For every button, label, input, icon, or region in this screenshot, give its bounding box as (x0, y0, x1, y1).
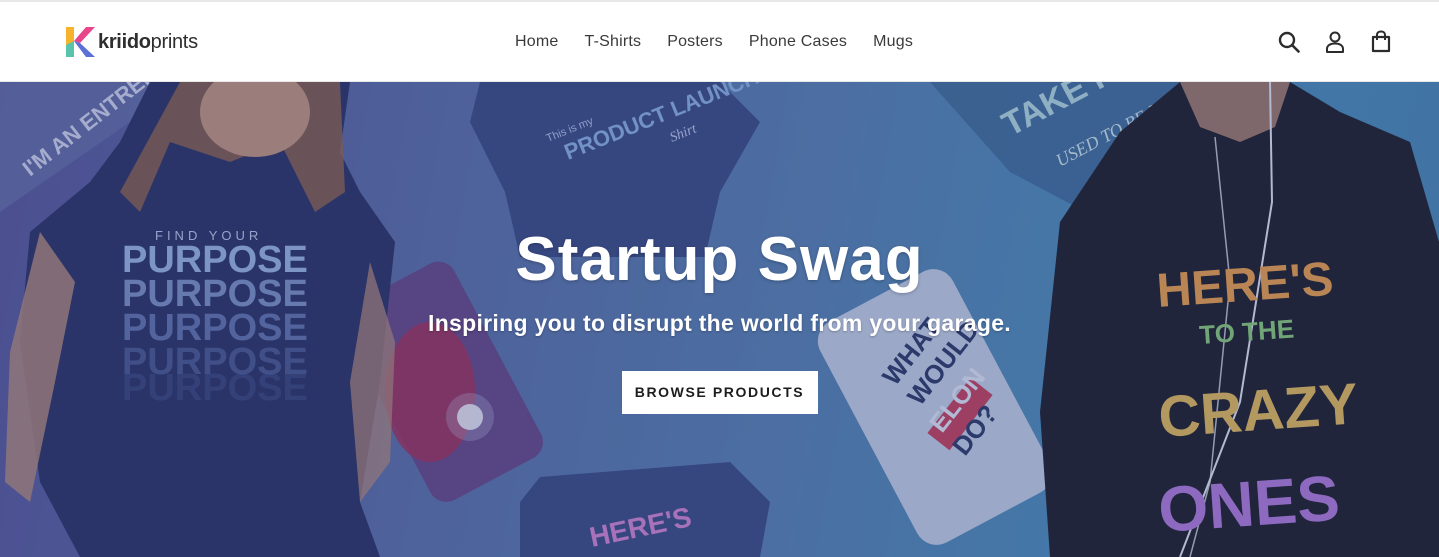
hero-title: Startup Swag (515, 225, 924, 294)
nav-home[interactable]: Home (502, 29, 571, 55)
hero-content: Startup Swag Inspiring you to disrupt th… (0, 220, 1439, 414)
account-icon[interactable] (1323, 29, 1347, 55)
header-icons (1277, 29, 1393, 55)
site-logo[interactable]: kriidoprints (62, 24, 198, 60)
hero-subtitle: Inspiring you to disrupt the world from … (428, 310, 1011, 336)
browse-products-button[interactable]: BROWSE PRODUCTS (621, 371, 818, 414)
nav-phone-cases[interactable]: Phone Cases (736, 29, 860, 55)
kriido-logo-mark-icon (66, 27, 95, 57)
cart-icon[interactable] (1369, 29, 1393, 55)
nav-t-shirts[interactable]: T-Shirts (571, 29, 654, 55)
hero-banner: I'M AN ENTREPRENEUR This is my PRODUCT L… (0, 82, 1439, 557)
search-icon[interactable] (1277, 29, 1301, 55)
logo-text: kriidoprints (98, 30, 198, 53)
nav-mugs[interactable]: Mugs (860, 29, 926, 55)
main-nav: Home T-Shirts Posters Phone Cases Mugs (502, 29, 926, 55)
site-header: kriidoprints Home T-Shirts Posters Phone… (0, 2, 1439, 82)
nav-posters[interactable]: Posters (654, 29, 736, 55)
